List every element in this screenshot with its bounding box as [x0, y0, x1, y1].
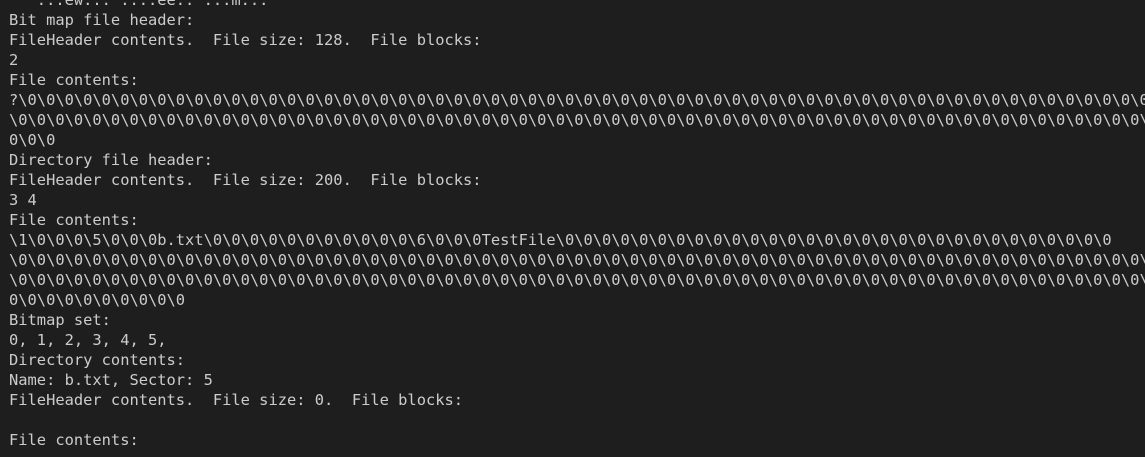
terminal-line: 3 4 — [9, 191, 37, 209]
terminal-line: Bit map file header: — [9, 11, 195, 29]
terminal-line: FileHeader contents. File size: 128. Fil… — [9, 31, 482, 49]
terminal-line: ?\0\0\0\0\0\0\0\0\0\0\0\0\0\0\0\0\0\0\0\… — [9, 91, 1145, 109]
terminal-line: 0, 1, 2, 3, 4, 5, — [9, 331, 167, 349]
terminal-line: 0\0\0 — [9, 131, 56, 149]
terminal-line: Name: b.txt, Sector: 5 — [9, 371, 213, 389]
terminal-line: \0\0\0\0\0\0\0\0\0\0\0\0\0\0\0\0\0\0\0\0… — [9, 111, 1145, 129]
terminal-line: File contents: — [9, 71, 139, 89]
terminal-line: Directory file header: — [9, 151, 213, 169]
terminal-line: ...ew... ....ee.. ...m... — [9, 0, 269, 9]
terminal-line: \0\0\0\0\0\0\0\0\0\0\0\0\0\0\0\0\0\0\0\0… — [9, 251, 1145, 269]
terminal-output-lines: ...ew... ....ee.. ...m... Bit map file he… — [9, 0, 1145, 450]
terminal-line: File contents: — [9, 211, 139, 229]
terminal-line: \0\0\0\0\0\0\0\0\0\0\0\0\0\0\0\0\0\0\0\0… — [9, 271, 1145, 289]
terminal-output-panel[interactable]: ...ew... ....ee.. ...m... Bit map file he… — [0, 0, 1145, 457]
terminal-line: File contents: — [9, 431, 139, 449]
terminal-line: Bitmap set: — [9, 311, 111, 329]
terminal-line: FileHeader contents. File size: 0. File … — [9, 391, 464, 409]
terminal-line: FileHeader contents. File size: 200. Fil… — [9, 171, 482, 189]
terminal-line: 0\0\0\0\0\0\0\0\0\0 — [9, 291, 186, 309]
terminal-line: 2 — [9, 51, 19, 69]
terminal-line: Directory contents: — [9, 351, 186, 369]
terminal-line: \1\0\0\0\5\0\0\0b.txt\0\0\0\0\0\0\0\0\0\… — [9, 231, 1112, 249]
